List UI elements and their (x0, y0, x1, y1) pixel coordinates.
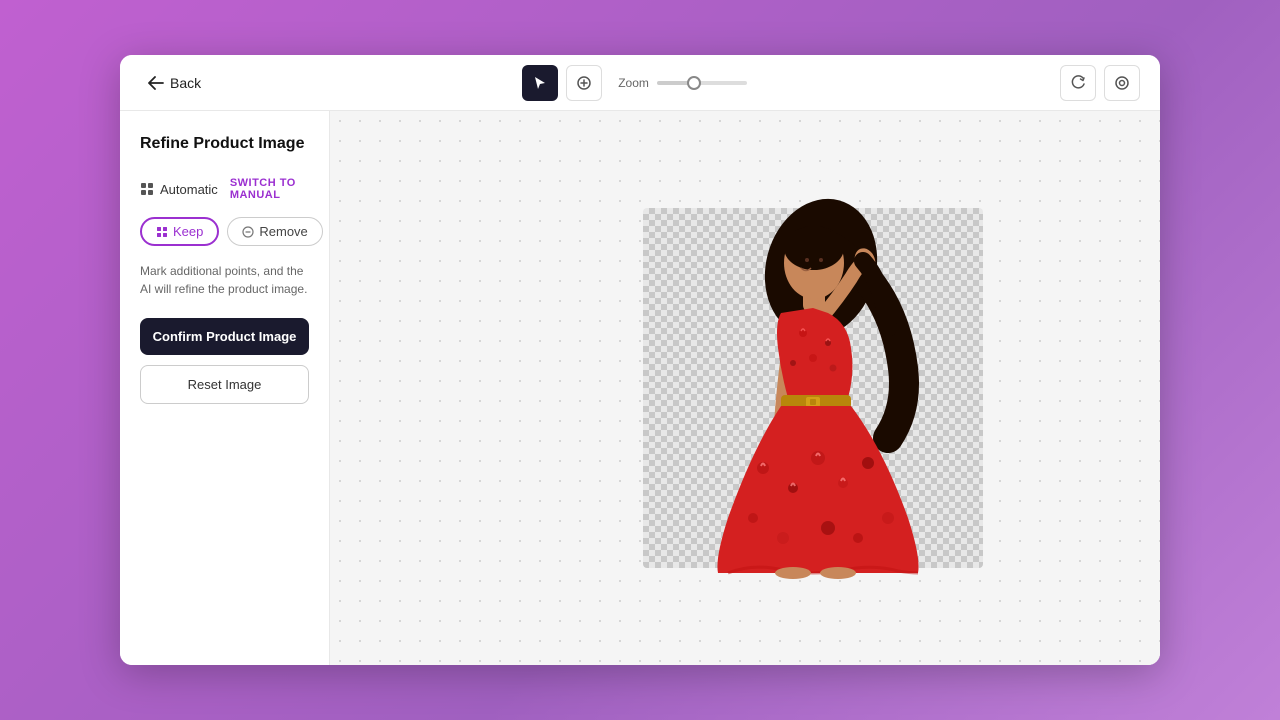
toolbar-right-actions (1060, 65, 1140, 101)
zoom-slider[interactable] (657, 81, 747, 85)
toolbar: Back Zoom (120, 55, 1160, 111)
action-pills: Keep Remove (140, 217, 309, 246)
rotate-icon (1070, 75, 1086, 91)
product-image (673, 188, 953, 588)
cursor-icon (532, 75, 548, 91)
zoom-control: Zoom (618, 76, 747, 90)
mode-row: Automatic SWITCH TO MANUAL (140, 177, 309, 201)
automatic-label: Automatic (140, 182, 218, 197)
zoom-label: Zoom (618, 76, 649, 90)
product-image-container (643, 208, 983, 568)
confirm-button[interactable]: Confirm Product Image (140, 318, 309, 355)
settings-button[interactable] (1104, 65, 1140, 101)
sidebar: Refine Product Image Automatic SWITCH TO… (120, 111, 330, 665)
main-window: Back Zoom (120, 55, 1160, 665)
cursor-tool-button[interactable] (522, 65, 558, 101)
back-arrow-icon (148, 76, 164, 90)
back-label: Back (170, 75, 201, 91)
hint-text: Mark additional points, and the AI will … (140, 262, 309, 298)
keep-button[interactable]: Keep (140, 217, 219, 246)
woman-illustration (673, 188, 953, 588)
remove-button[interactable]: Remove (227, 217, 322, 246)
mode-label: Automatic (160, 182, 218, 197)
reset-button[interactable]: Reset Image (140, 365, 309, 404)
rotate-button[interactable] (1060, 65, 1096, 101)
sidebar-title: Refine Product Image (140, 135, 309, 153)
toolbar-tools: Zoom (522, 65, 747, 101)
back-button[interactable]: Back (140, 71, 209, 95)
settings-icon (1114, 75, 1130, 91)
auto-icon (140, 182, 154, 196)
switch-manual-button[interactable]: SWITCH TO MANUAL (230, 177, 309, 201)
keep-icon (156, 226, 168, 238)
eraser-tool-button[interactable] (566, 65, 602, 101)
canvas-area[interactable] (330, 111, 1160, 665)
main-content: Refine Product Image Automatic SWITCH TO… (120, 111, 1160, 665)
remove-icon (242, 226, 254, 238)
eraser-icon (576, 75, 592, 91)
